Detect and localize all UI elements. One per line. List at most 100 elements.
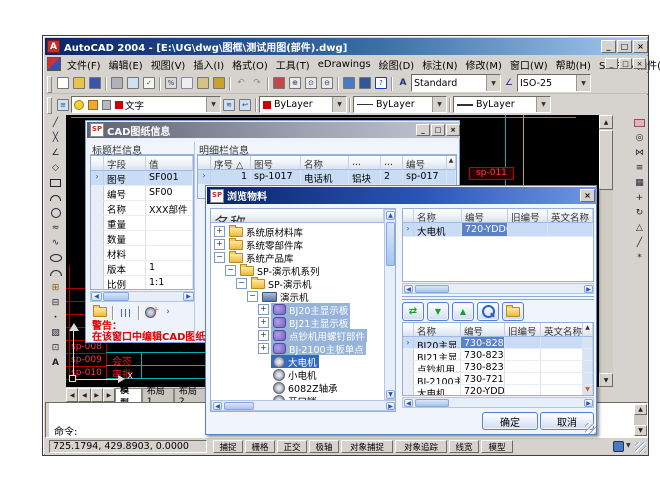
last-tab-icon[interactable]: [103, 388, 115, 402]
make-layer-current-icon[interactable]: ≋: [221, 97, 237, 112]
rotate-icon[interactable]: [632, 205, 648, 220]
lineweight-combo[interactable]: ByLayer: [453, 96, 551, 113]
minimize-button[interactable]: [601, 40, 616, 53]
erase-icon[interactable]: [632, 115, 648, 130]
combo-arrow-icon[interactable]: [206, 97, 220, 112]
scroll-thumb[interactable]: [224, 402, 254, 410]
title-bar[interactable]: A AutoCAD 2004 - [E:\UG\dwg\图框\测试用图(部件).…: [45, 38, 648, 55]
refresh-icon[interactable]: [402, 302, 424, 321]
tree-item-label[interactable]: 小电机: [288, 368, 317, 382]
column-header-ellipsis2[interactable]: ...: [381, 156, 403, 170]
dim-style-combo[interactable]: ISO-25: [517, 74, 591, 92]
column-header-drawno[interactable]: 图号: [251, 156, 301, 170]
trim-icon[interactable]: [632, 235, 648, 250]
pdm-menu-icon[interactable]: [47, 57, 61, 71]
remove-up-icon[interactable]: [452, 302, 474, 321]
status-ortho-button[interactable]: 正交: [277, 440, 307, 453]
menu-edrawings[interactable]: eDrawings: [314, 58, 375, 71]
tree-item-label[interactable]: SP-演示机系列: [257, 264, 319, 278]
expander-icon[interactable]: [236, 278, 247, 289]
next-tab-icon[interactable]: [91, 388, 103, 402]
move-icon[interactable]: [632, 190, 648, 205]
first-tab-icon[interactable]: [66, 388, 78, 402]
layer-previous-icon[interactable]: ↩: [237, 97, 253, 112]
scroll-thumb[interactable]: [103, 292, 129, 301]
hatch-icon[interactable]: [48, 325, 64, 340]
tree-item[interactable]: 系统零部件库: [214, 238, 305, 251]
column-header-field[interactable]: 字段: [104, 156, 146, 171]
column-header-code[interactable]: 编号: [461, 323, 505, 337]
tree-item-label[interactable]: BJ21主显示板: [289, 316, 348, 330]
command-vscrollbar[interactable]: [634, 404, 647, 436]
chosen-material-grid[interactable]: 名称 编号 旧编号 英文名称 BJ20主显... 730-8280... BJ2…: [402, 322, 594, 396]
design-center-icon[interactable]: [357, 76, 373, 91]
plot-icon[interactable]: [109, 76, 125, 91]
tree-item-label[interactable]: 演示机: [280, 290, 309, 304]
region-icon[interactable]: [48, 340, 64, 355]
circle-icon[interactable]: [48, 205, 64, 220]
table-row[interactable]: 材料: [91, 246, 193, 261]
layer-combo[interactable]: 文字: [71, 96, 221, 113]
scroll-thumb[interactable]: [415, 399, 449, 407]
next-icon[interactable]: [162, 305, 174, 320]
tree-item[interactable]: 系统产品库: [214, 251, 296, 264]
polyline-icon[interactable]: [48, 145, 64, 160]
scroll-up-icon[interactable]: [634, 404, 647, 415]
combo-arrow-icon[interactable]: [536, 97, 550, 112]
table-row[interactable]: 版本 1: [91, 261, 193, 276]
dialog-close-button[interactable]: [446, 124, 460, 136]
column-header-code[interactable]: 编号: [462, 209, 508, 223]
combo-arrow-icon[interactable]: [432, 97, 446, 112]
column-header-value[interactable]: 值: [146, 156, 193, 171]
new-icon[interactable]: [55, 76, 71, 91]
field-value[interactable]: [146, 216, 193, 231]
tree-item[interactable]: 点钞机用螺钉部件: [258, 329, 367, 342]
spell-icon[interactable]: ✓: [141, 76, 157, 91]
insert-block-icon[interactable]: [48, 280, 64, 295]
layer-lock-icon[interactable]: [102, 100, 111, 110]
tree-item-label[interactable]: 系统零部件库: [246, 238, 303, 252]
selected-grid-hscrollbar[interactable]: [402, 283, 594, 294]
selected-material-grid[interactable]: 名称 编号 旧编号 英文名称 大电机 720-YDD0...: [402, 208, 594, 282]
tree-item-label[interactable]: 6082Z轴承: [288, 381, 338, 395]
tree-item[interactable]: 6082Z轴承: [258, 381, 340, 394]
column-header-engname[interactable]: 英文名称: [548, 209, 593, 223]
scroll-left-icon[interactable]: [91, 292, 102, 301]
scroll-left-icon[interactable]: [404, 285, 413, 293]
tree-item-label[interactable]: 点钞机用螺钉部件: [289, 329, 365, 343]
tree-item[interactable]: 大电机: [258, 355, 319, 368]
tab-layout1[interactable]: 布局1: [142, 388, 174, 402]
table-row[interactable]: BJ20主显... 730-8280...: [403, 337, 593, 349]
field-value[interactable]: 1: [146, 261, 193, 276]
detail-bars-icon[interactable]: |||: [116, 305, 136, 320]
scroll-left-icon[interactable]: [213, 402, 222, 410]
undo-icon[interactable]: [233, 76, 249, 91]
preview-icon[interactable]: [125, 76, 141, 91]
menu-file[interactable]: 文件(F): [63, 56, 105, 73]
expander-icon[interactable]: [258, 317, 269, 328]
status-osnap-button[interactable]: 对象捕捉: [341, 440, 393, 453]
redo-icon[interactable]: [249, 76, 265, 91]
tree-vscrollbar[interactable]: [384, 209, 396, 400]
table-row[interactable]: 名称 XXX部件: [91, 201, 193, 216]
tree-item-label[interactable]: BJ20主显示板: [289, 303, 348, 317]
tree-item[interactable]: SP-演示机系列: [225, 264, 321, 277]
field-value[interactable]: SF00: [146, 186, 193, 201]
material-tree-panel[interactable]: 名称 系统原材料库 系统零部件库 系统产品库 SP-演示机系列 SP-演示机 演…: [210, 208, 396, 412]
tree-item[interactable]: BJ21主显示板: [258, 316, 350, 329]
grid-vscroll-up-icon[interactable]: [583, 323, 593, 337]
column-header-oldcode[interactable]: 旧编号: [508, 209, 548, 223]
detail-vscroll-up-icon[interactable]: [447, 156, 456, 170]
column-header-name[interactable]: 名称: [414, 323, 461, 337]
pan-icon[interactable]: [271, 76, 287, 91]
field-value[interactable]: [146, 231, 193, 246]
scroll-right-icon[interactable]: [584, 285, 593, 293]
status-otrack-button[interactable]: 对象追踪: [395, 440, 447, 453]
field-value[interactable]: SF001: [146, 171, 193, 186]
tab-model[interactable]: 模型: [115, 388, 142, 402]
scroll-left-icon[interactable]: [404, 399, 413, 407]
status-model-button[interactable]: 模型: [481, 440, 513, 453]
dialog-maximize-button[interactable]: [431, 124, 445, 136]
table-row[interactable]: 编号 SF00: [91, 186, 193, 201]
column-header-oldcode[interactable]: 旧编号: [505, 323, 541, 337]
